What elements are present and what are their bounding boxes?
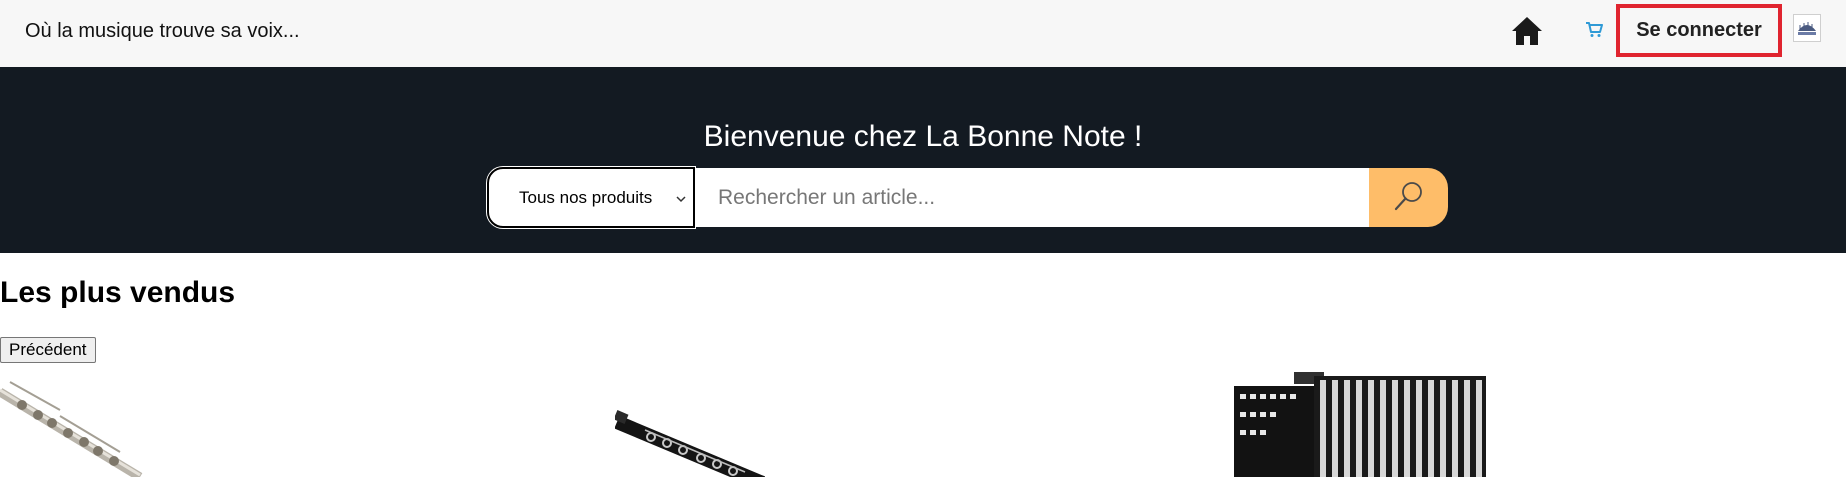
top-navbar: Où la musique trouve sa voix... Se conne… — [0, 0, 1846, 67]
site-logo-icon[interactable] — [1793, 14, 1821, 42]
cart-icon[interactable] — [1585, 20, 1603, 38]
site-tagline: Où la musique trouve sa voix... — [25, 20, 300, 42]
clarinet-image — [615, 410, 765, 477]
login-button[interactable]: Se connecter — [1616, 4, 1782, 57]
flute-image — [0, 381, 143, 477]
search-button[interactable] — [1369, 168, 1448, 227]
previous-button[interactable]: Précédent — [0, 337, 96, 363]
product-accordion[interactable] — [1234, 372, 1486, 477]
home-icon[interactable] — [1510, 14, 1544, 48]
accordion-image — [1234, 372, 1486, 477]
magnifier-icon — [1392, 179, 1426, 216]
product-flute[interactable] — [0, 372, 150, 477]
product-clarinet[interactable] — [615, 372, 765, 477]
chevron-down-icon — [675, 192, 687, 204]
bestsellers-title: Les plus vendus — [0, 276, 236, 309]
category-select[interactable]: Tous nos produits — [487, 167, 695, 228]
search-input[interactable] — [695, 168, 1369, 227]
category-selected-value: Tous nos produits — [519, 187, 653, 207]
hero-title: Bienvenue chez La Bonne Note ! — [703, 120, 1143, 153]
hero-banner: Bienvenue chez La Bonne Note ! Tous nos … — [0, 67, 1846, 253]
